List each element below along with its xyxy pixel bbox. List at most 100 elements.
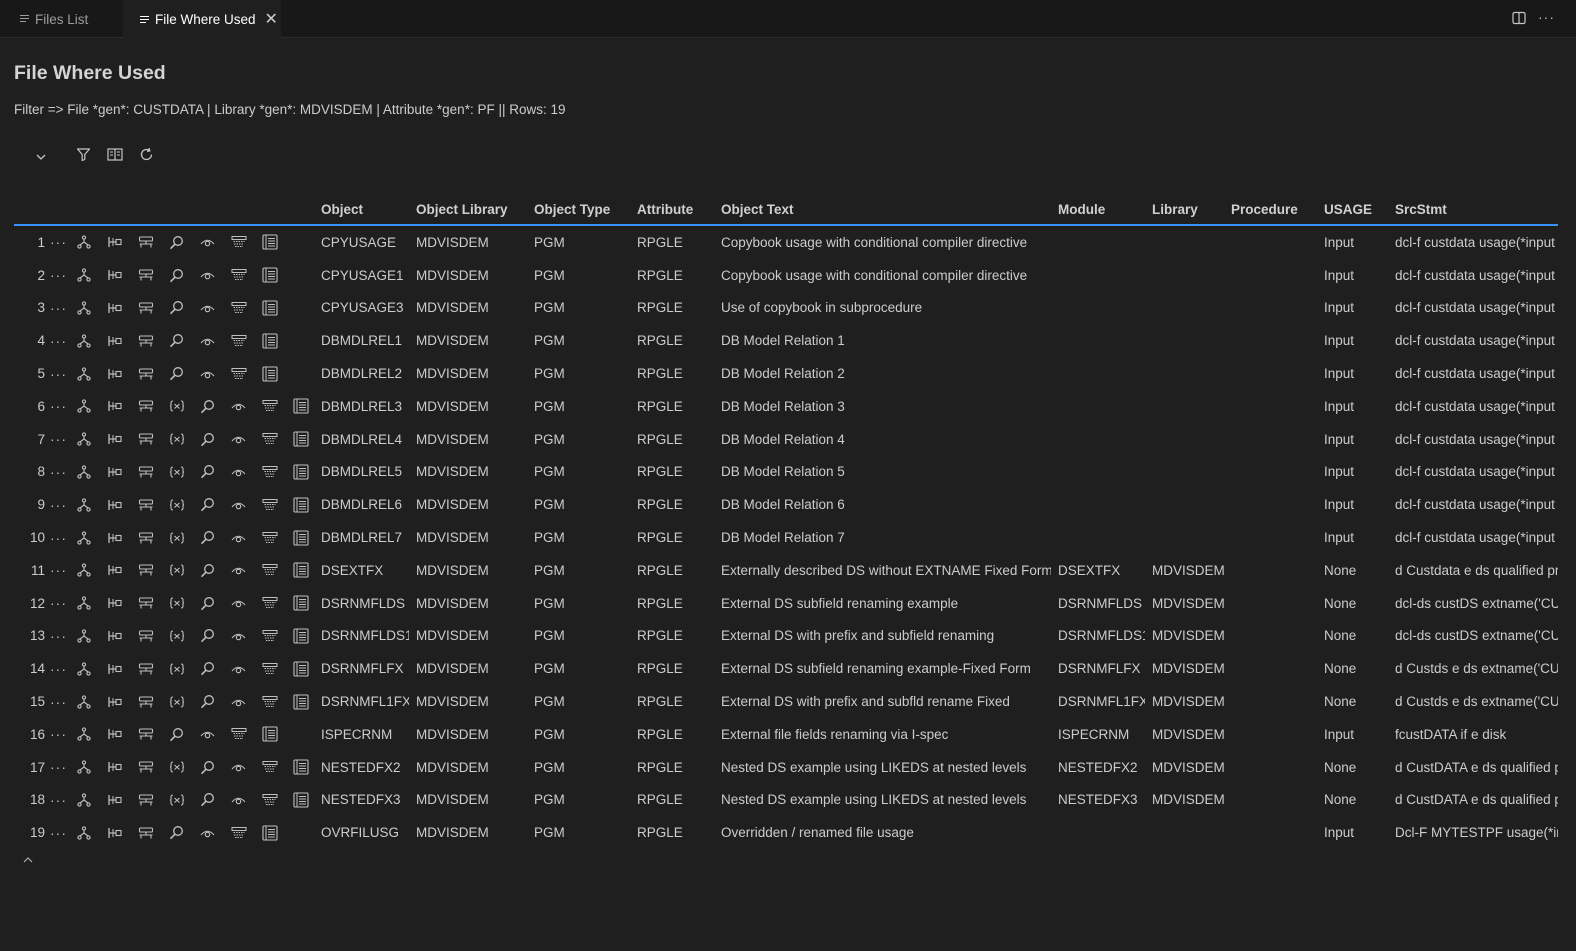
- table-row[interactable]: 5 ··· DBMDLREL2 MDVISDEM PGM RPGLE DB Model Re…: [14, 357, 1558, 390]
- chevron-up-icon[interactable]: [22, 852, 34, 870]
- branch-tree-icon[interactable]: [99, 560, 130, 580]
- search-icon[interactable]: [192, 790, 223, 810]
- variable-icon[interactable]: [161, 396, 192, 416]
- row-menu-icon[interactable]: ···: [50, 724, 68, 744]
- split-editor-icon[interactable]: [1512, 11, 1526, 28]
- branch-tree-icon[interactable]: [99, 692, 130, 712]
- table-structure-icon[interactable]: [130, 659, 161, 679]
- variable-icon[interactable]: [161, 429, 192, 449]
- database-icon[interactable]: [254, 593, 285, 613]
- database-icon[interactable]: [223, 724, 254, 744]
- cell-object[interactable]: CPYUSAGE1: [314, 259, 409, 292]
- database-icon[interactable]: [254, 692, 285, 712]
- eye-icon[interactable]: [192, 364, 223, 384]
- table-structure-icon[interactable]: [130, 757, 161, 777]
- search-icon[interactable]: [192, 659, 223, 679]
- eye-icon[interactable]: [223, 757, 254, 777]
- table-row[interactable]: 10 ··· DBMDLREL7 MDVISDEM PGM RPGLE DB Model R…: [14, 521, 1558, 554]
- variable-icon[interactable]: [161, 462, 192, 482]
- column-header-attribute[interactable]: Attribute: [630, 195, 714, 226]
- branch-tree-icon[interactable]: [99, 593, 130, 613]
- search-icon[interactable]: [161, 298, 192, 318]
- database-icon[interactable]: [254, 495, 285, 515]
- branch-tree-icon[interactable]: [99, 626, 130, 646]
- row-menu-icon[interactable]: ···: [50, 462, 68, 482]
- table-structure-icon[interactable]: [130, 823, 161, 843]
- table-structure-icon[interactable]: [130, 462, 161, 482]
- hierarchy-icon[interactable]: [68, 692, 99, 712]
- search-icon[interactable]: [161, 724, 192, 744]
- source-list-icon[interactable]: [254, 724, 285, 744]
- row-menu-icon[interactable]: ···: [50, 593, 68, 613]
- cell-object[interactable]: DBMDLREL2: [314, 357, 409, 390]
- table-row[interactable]: 14 ··· DSRNMFLFX MDVISDEM PGM RPGLE External D…: [14, 652, 1558, 685]
- table-row[interactable]: 19 ··· OVRFILUSG MDVISDEM PGM RPGLE Overridden…: [14, 816, 1558, 849]
- search-icon[interactable]: [192, 626, 223, 646]
- cell-object[interactable]: DSRNMFLFX: [314, 652, 409, 685]
- close-icon[interactable]: ✕: [265, 11, 278, 28]
- table-structure-icon[interactable]: [130, 560, 161, 580]
- table-structure-icon[interactable]: [130, 593, 161, 613]
- variable-icon[interactable]: [161, 659, 192, 679]
- cell-object[interactable]: DBMDLREL6: [314, 488, 409, 521]
- branch-tree-icon[interactable]: [99, 495, 130, 515]
- filter-icon[interactable]: [76, 147, 91, 167]
- table-structure-icon[interactable]: [130, 692, 161, 712]
- eye-icon[interactable]: [192, 331, 223, 351]
- chevron-down-icon[interactable]: [35, 150, 47, 168]
- source-list-icon[interactable]: [285, 757, 314, 777]
- column-header-srcstmt[interactable]: SrcStmt: [1388, 195, 1558, 226]
- row-menu-icon[interactable]: ···: [50, 757, 68, 777]
- table-structure-icon[interactable]: [130, 396, 161, 416]
- source-list-icon[interactable]: [285, 429, 314, 449]
- source-list-icon[interactable]: [254, 823, 285, 843]
- database-icon[interactable]: [254, 790, 285, 810]
- search-icon[interactable]: [192, 560, 223, 580]
- table-row[interactable]: 4 ··· DBMDLREL1 MDVISDEM PGM RPGLE DB Model Re…: [14, 324, 1558, 357]
- source-list-icon[interactable]: [285, 560, 314, 580]
- source-list-icon[interactable]: [285, 659, 314, 679]
- row-menu-icon[interactable]: ···: [50, 790, 68, 810]
- source-list-icon[interactable]: [285, 495, 314, 515]
- eye-icon[interactable]: [192, 724, 223, 744]
- branch-tree-icon[interactable]: [99, 298, 130, 318]
- eye-icon[interactable]: [223, 429, 254, 449]
- search-icon[interactable]: [161, 364, 192, 384]
- eye-icon[interactable]: [223, 462, 254, 482]
- row-menu-icon[interactable]: ···: [50, 364, 68, 384]
- branch-tree-icon[interactable]: [99, 724, 130, 744]
- variable-icon[interactable]: [161, 692, 192, 712]
- cell-object[interactable]: DBMDLREL3: [314, 390, 409, 423]
- search-icon[interactable]: [192, 429, 223, 449]
- branch-tree-icon[interactable]: [99, 265, 130, 285]
- column-header-usage[interactable]: USAGE: [1317, 195, 1388, 226]
- eye-icon[interactable]: [192, 265, 223, 285]
- more-actions-icon[interactable]: ···: [1538, 9, 1555, 25]
- refresh-icon[interactable]: [139, 147, 154, 167]
- eye-icon[interactable]: [223, 396, 254, 416]
- table-structure-icon[interactable]: [130, 626, 161, 646]
- table-structure-icon[interactable]: [130, 495, 161, 515]
- row-menu-icon[interactable]: ···: [50, 298, 68, 318]
- eye-icon[interactable]: [223, 659, 254, 679]
- database-icon[interactable]: [254, 560, 285, 580]
- tab-file-where-used[interactable]: File Where Used ✕: [123, 0, 281, 38]
- table-row[interactable]: 11 ··· DSEXTFX MDVISDEM PGM RPGLE Externally d…: [14, 554, 1558, 587]
- source-list-icon[interactable]: [254, 298, 285, 318]
- row-menu-icon[interactable]: ···: [50, 692, 68, 712]
- branch-tree-icon[interactable]: [99, 659, 130, 679]
- cell-object[interactable]: DSRNMFL1FX: [314, 685, 409, 718]
- hierarchy-icon[interactable]: [68, 396, 99, 416]
- eye-icon[interactable]: [192, 298, 223, 318]
- hierarchy-icon[interactable]: [68, 364, 99, 384]
- variable-icon[interactable]: [161, 626, 192, 646]
- cell-object[interactable]: CPYUSAGE: [314, 225, 409, 259]
- table-structure-icon[interactable]: [130, 790, 161, 810]
- cell-object[interactable]: ISPECRNM: [314, 718, 409, 751]
- row-menu-icon[interactable]: ···: [50, 626, 68, 646]
- table-structure-icon[interactable]: [130, 724, 161, 744]
- table-row[interactable]: 13 ··· DSRNMFLDS1 MDVISDEM PGM RPGLE External …: [14, 620, 1558, 653]
- variable-icon[interactable]: [161, 495, 192, 515]
- hierarchy-icon[interactable]: [68, 429, 99, 449]
- column-header-library[interactable]: Library: [1145, 195, 1224, 226]
